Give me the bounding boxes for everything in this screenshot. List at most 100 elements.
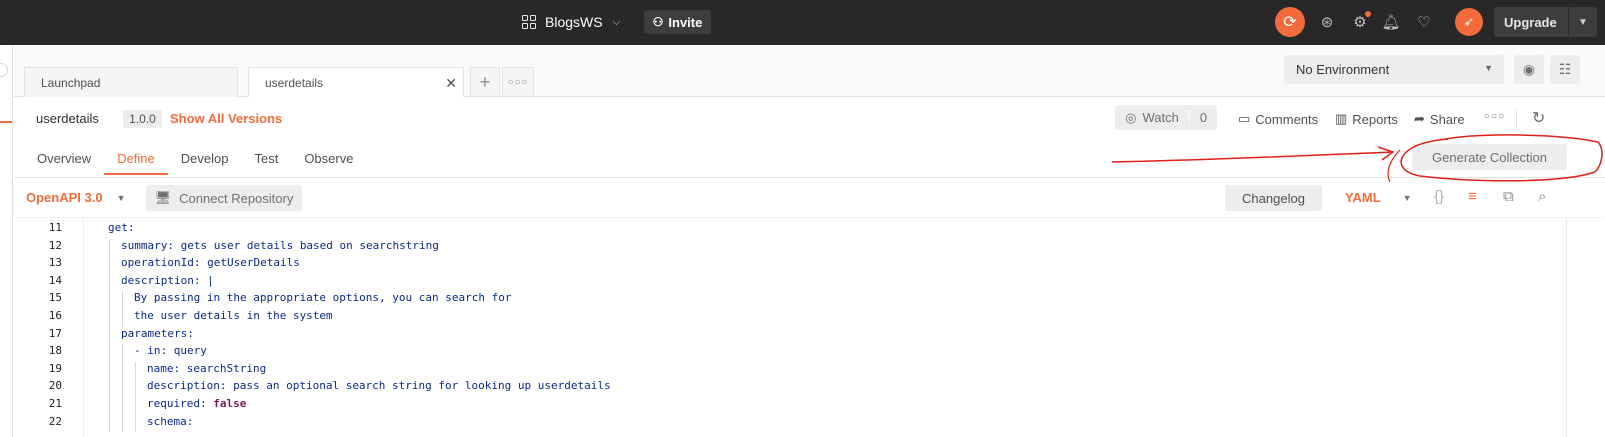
indent-guide <box>135 397 136 415</box>
indent-guide <box>109 344 110 362</box>
more-actions-button[interactable]: ○○○ <box>1484 111 1505 122</box>
schema-type-label: OpenAPI 3.0 <box>26 190 103 205</box>
code-line: description: | <box>121 274 214 287</box>
code-line: schema: <box>147 415 193 428</box>
code-editor[interactable]: 11 12 13 14 15 16 17 18 19 20 21 22 get: summary: ge… <box>14 218 1605 437</box>
caret-down-icon: ▼ <box>1402 192 1412 203</box>
eye-icon: ◎ <box>1125 109 1137 125</box>
schema-type-select[interactable]: OpenAPI 3.0 ▼ <box>26 190 126 205</box>
bell-icon[interactable]: 🔔︎ <box>1380 11 1402 33</box>
caret-down-icon: ▼ <box>116 192 126 203</box>
tab-test[interactable]: Test <box>241 145 291 175</box>
code-line: the user details in the system <box>134 309 333 322</box>
code-line: get: <box>108 221 135 234</box>
tab-overview[interactable]: Overview <box>24 145 104 175</box>
yaml-value: getUserDetails <box>200 256 300 270</box>
indent-guide <box>135 361 136 380</box>
yaml-key: - in <box>134 344 161 358</box>
comments-button[interactable]: ▭ Comments <box>1238 111 1318 127</box>
indent-guide <box>109 309 110 327</box>
indent-guide <box>122 361 123 380</box>
tab-observe[interactable]: Observe <box>291 145 366 175</box>
line-number: 11 <box>48 221 62 234</box>
connect-repository-label: Connect Repository <box>179 190 294 206</box>
format-label: YAML <box>1345 190 1381 205</box>
grid-icon <box>522 15 536 29</box>
yaml-key: description <box>147 379 220 393</box>
tab-define[interactable]: Define <box>104 145 168 175</box>
sidebar-toggle[interactable] <box>0 63 8 77</box>
tab-develop[interactable]: Develop <box>168 145 242 175</box>
code-line: description: pass an optional search str… <box>147 379 611 392</box>
workspace-switcher[interactable]: BlogsWS ⌵ <box>522 10 620 34</box>
heart-icon[interactable]: ♡ <box>1413 11 1435 33</box>
upgrade-button[interactable]: Upgrade ▼ <box>1494 7 1597 37</box>
yaml-separator: : <box>127 221 135 234</box>
close-icon[interactable]: ✕ <box>445 75 457 92</box>
yaml-value: pass an optional search string for looki… <box>226 379 611 393</box>
tab-userdetails[interactable]: userdetails ✕ <box>248 67 464 98</box>
environment-select[interactable]: No Environment ▼ <box>1284 55 1504 84</box>
connect-repository-button[interactable]: 🖥︎ Connect Repository <box>146 185 302 211</box>
eye-icon[interactable]: ◉ <box>1514 55 1544 84</box>
caret-down-icon[interactable]: ▼ <box>1569 17 1597 28</box>
share-button[interactable]: ➦ Share <box>1414 111 1465 127</box>
search-icon[interactable]: ⌕ <box>1538 188 1546 205</box>
rocket-icon[interactable]: ➶ <box>1455 8 1483 36</box>
yaml-key: name <box>147 361 174 375</box>
reports-label: Reports <box>1352 111 1398 127</box>
code-line: name: searchString <box>147 362 266 375</box>
reports-button[interactable]: ▥ Reports <box>1335 111 1398 127</box>
caret-down-icon: ▼ <box>1484 63 1493 73</box>
line-number: 20 <box>48 379 62 393</box>
generate-collection-button[interactable]: Generate Collection <box>1412 144 1567 170</box>
copy-icon[interactable]: ⧉ <box>1503 188 1514 205</box>
yaml-separator: : <box>187 326 194 340</box>
yaml-separator: : <box>186 414 194 428</box>
indent-guide <box>109 397 110 415</box>
sliders-icon[interactable]: ☷ <box>1550 55 1580 84</box>
comments-label: Comments <box>1255 111 1319 127</box>
braces-icon[interactable]: {} <box>1434 188 1444 205</box>
yaml-key: parameters <box>121 326 188 340</box>
wrap-lines-icon[interactable]: ≡ <box>1468 188 1477 205</box>
line-number: 14 <box>48 273 62 287</box>
format-select[interactable]: YAML ▼ <box>1345 190 1412 205</box>
sync-icon[interactable]: ⟳ <box>1275 7 1305 37</box>
editor-scrollbar[interactable] <box>1566 218 1567 437</box>
indent-guide <box>109 379 110 397</box>
show-all-versions-link[interactable]: Show All Versions <box>170 111 282 126</box>
yaml-key: required <box>147 397 200 410</box>
bar-chart-icon: ▥ <box>1335 111 1348 126</box>
refresh-icon[interactable]: ↻ <box>1532 108 1545 128</box>
indent-guide <box>122 379 123 397</box>
indent-guide <box>109 361 110 380</box>
code-line: required: false <box>147 397 246 410</box>
indent-guide <box>122 344 123 362</box>
workspace-name: BlogsWS <box>545 14 603 30</box>
watch-label: Watch <box>1142 110 1179 125</box>
code-line: - in: query <box>134 344 207 357</box>
notification-dot <box>1365 11 1371 17</box>
yaml-separator: : <box>199 397 207 410</box>
more-tabs-button[interactable]: ○○○ <box>502 67 534 97</box>
line-number: 18 <box>48 344 62 358</box>
changelog-button[interactable]: Changelog <box>1225 185 1322 211</box>
indent-guide <box>109 326 110 345</box>
indent-guide <box>109 273 110 292</box>
invite-label: Invite <box>668 14 703 30</box>
yaml-key: schema <box>147 414 187 428</box>
person-add-icon: ⚇ <box>652 15 664 29</box>
indent-guide <box>109 238 110 257</box>
code-line: operationId: getUserDetails <box>121 256 300 269</box>
tab-launchpad[interactable]: Launchpad <box>24 67 238 97</box>
version-badge[interactable]: 1.0.0 <box>123 110 162 128</box>
code-line: parameters: <box>121 327 194 340</box>
top-bar: BlogsWS ⌵ ⚇ Invite ⟳ ⊛ ⚙ 🔔︎ ♡ ➶ Upgrade … <box>0 0 1605 45</box>
yaml-value: false <box>213 397 247 410</box>
comment-icon: ▭ <box>1238 111 1251 126</box>
new-tab-button[interactable]: + <box>470 67 500 97</box>
satellite-icon[interactable]: ⊛ <box>1316 11 1338 33</box>
watch-button[interactable]: ◎ Watch 0 <box>1115 105 1217 130</box>
invite-button[interactable]: ⚇ Invite <box>644 10 711 34</box>
